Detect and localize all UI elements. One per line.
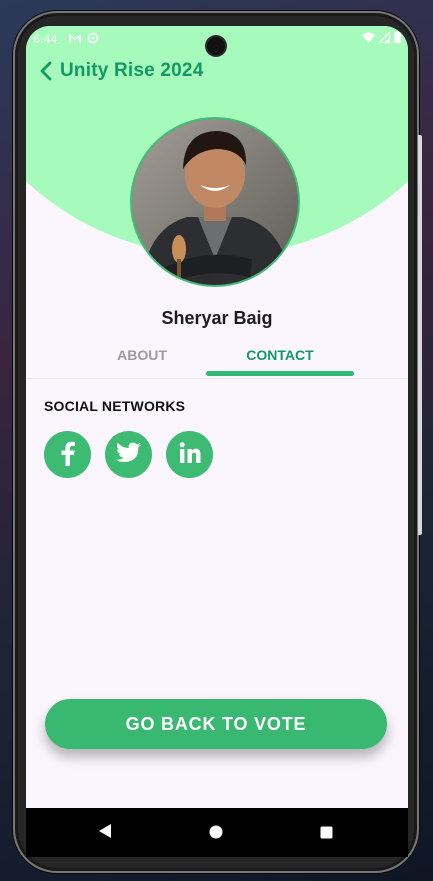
front-camera	[207, 37, 225, 55]
social-networks-title: SOCIAL NETWORKS	[44, 398, 186, 414]
system-nav-bar	[26, 808, 408, 857]
avatar	[130, 117, 300, 287]
back-button[interactable]	[34, 58, 58, 88]
twitter-icon	[115, 442, 142, 468]
sync-icon	[87, 32, 99, 47]
linkedin-button[interactable]	[166, 431, 213, 478]
battery-icon	[394, 31, 401, 46]
nav-recents-button[interactable]	[313, 820, 339, 846]
go-back-to-vote-button[interactable]: GO BACK TO VOTE	[45, 699, 387, 749]
status-system-icons	[362, 29, 401, 46]
tab-selected-indicator	[206, 371, 354, 376]
wifi-icon	[362, 32, 375, 46]
twitter-button[interactable]	[105, 431, 152, 478]
nav-home-button[interactable]	[203, 820, 229, 846]
signal-icon	[377, 29, 391, 46]
app-bar: Unity Rise 2024	[26, 58, 408, 88]
facebook-icon	[57, 440, 79, 470]
gmail-icon	[68, 32, 82, 47]
tab-about[interactable]: ABOUT	[68, 344, 216, 378]
social-links	[44, 431, 213, 478]
status-time: 6:44	[33, 33, 58, 46]
chevron-left-icon	[39, 61, 53, 85]
tab-divider	[26, 378, 408, 379]
phone-side-button	[418, 135, 422, 535]
app-screen: 6:44 Unity Rise 2024 Sheryar Baig ABOUT …	[26, 26, 408, 857]
facebook-button[interactable]	[44, 431, 91, 478]
status-notification-icons	[68, 32, 99, 47]
profile-tabs: ABOUT CONTACT	[26, 344, 408, 380]
home-circle-icon	[209, 824, 223, 843]
app-title: Unity Rise 2024	[60, 60, 204, 81]
linkedin-icon	[179, 441, 201, 468]
candidate-name: Sheryar Baig	[161, 308, 273, 328]
recents-square-icon	[320, 824, 333, 843]
nav-back-button[interactable]	[92, 820, 118, 846]
back-triangle-icon	[98, 823, 112, 843]
